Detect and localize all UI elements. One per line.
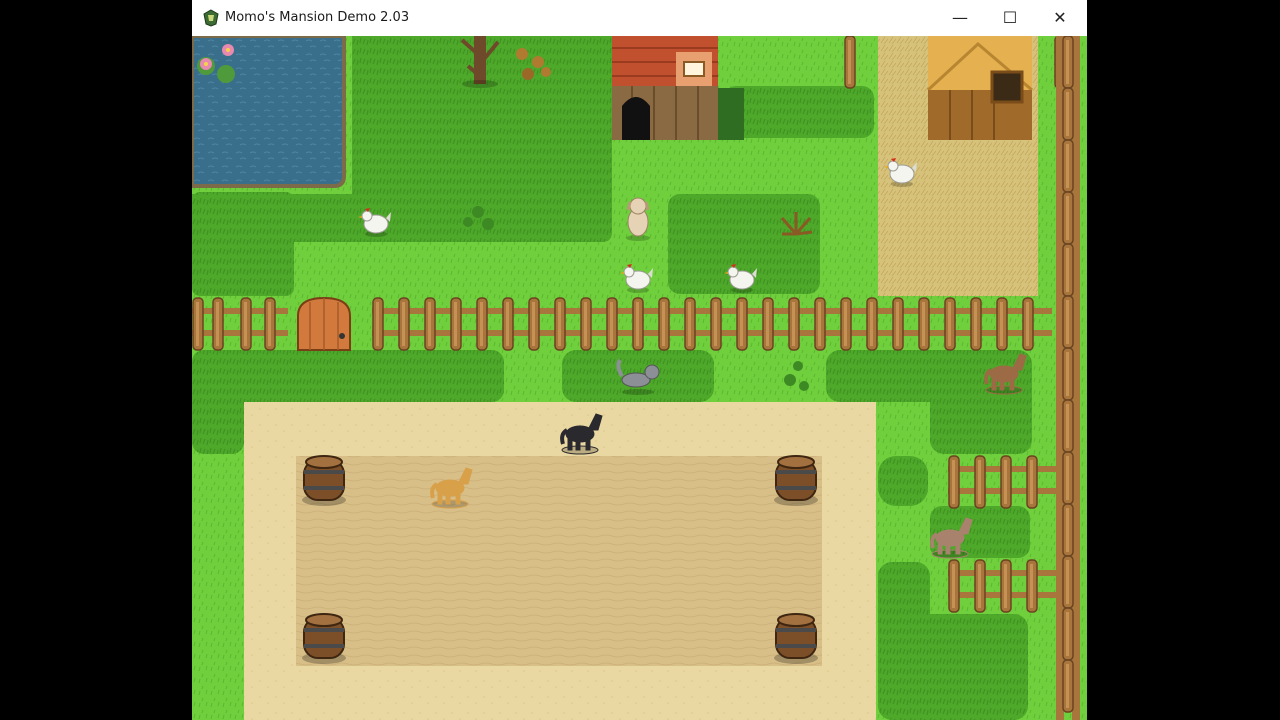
minimize-button[interactable]: —: [935, 0, 985, 36]
title-bar[interactable]: Momo's Mansion Demo 2.03 — ☐ ✕: [192, 0, 1087, 37]
farm-map[interactable]: [192, 36, 1087, 720]
barrel[interactable]: [301, 613, 347, 665]
barrel[interactable]: [773, 455, 819, 507]
maximize-button[interactable]: ☐: [985, 0, 1035, 36]
maximize-icon: ☐: [1002, 8, 1018, 27]
arena: [244, 402, 876, 720]
game-window: Momo's Mansion Demo 2.03 — ☐ ✕: [192, 0, 1087, 720]
pond: [192, 36, 346, 188]
barrel[interactable]: [301, 455, 347, 507]
door[interactable]: [297, 296, 351, 351]
close-icon: ✕: [1053, 8, 1067, 27]
minimize-icon: —: [952, 8, 968, 27]
fence-right: [1056, 36, 1080, 720]
close-button[interactable]: ✕: [1035, 0, 1085, 36]
app-icon: [203, 9, 219, 27]
window-title: Momo's Mansion Demo 2.03: [225, 10, 410, 25]
game-canvas[interactable]: [192, 36, 1087, 720]
barrel[interactable]: [773, 613, 819, 665]
